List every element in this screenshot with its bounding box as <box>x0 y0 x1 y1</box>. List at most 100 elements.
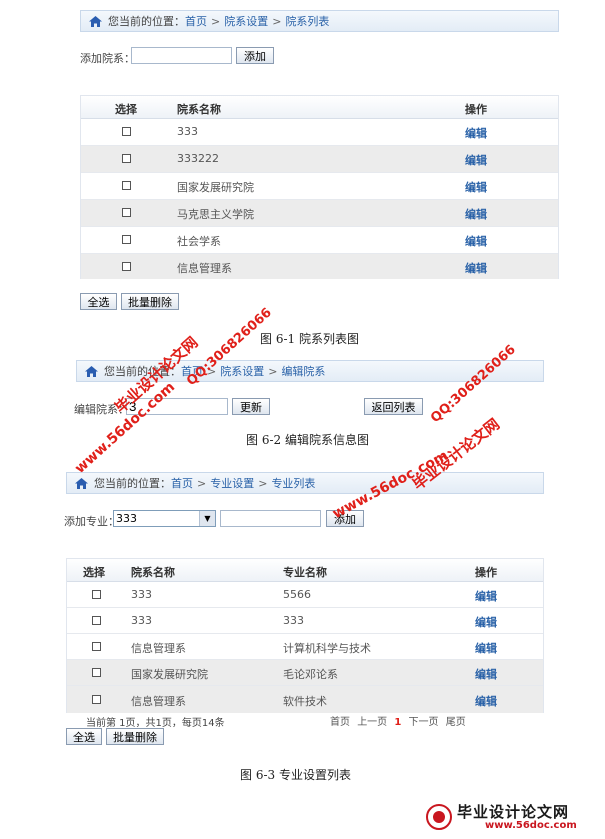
pager-prev-link[interactable]: 上一页 <box>357 717 387 728</box>
edit-link[interactable]: 编辑 <box>465 233 487 249</box>
col-name-header: 院系名称 <box>177 103 221 116</box>
pager-info: 当前第 1页，共1页，每页14条 <box>86 718 225 729</box>
dept-name-cell: 国家发展研究院 <box>131 668 208 681</box>
breadcrumb: 您当前的位置： 首页 > 专业设置 > 专业列表 <box>66 472 544 494</box>
batch-delete-button[interactable]: 批量删除 <box>106 728 164 745</box>
table-header: 选择 院系名称 操作 <box>81 96 558 119</box>
major-name-cell: 毛论邓论系 <box>283 668 338 681</box>
dept-name-cell: 信息管理系 <box>131 642 186 655</box>
breadcrumb-major-settings-link[interactable]: 专业设置 <box>210 475 254 491</box>
dept-name-cell: 马克思主义学院 <box>177 208 254 221</box>
watermark-qq: QQ:306826066 <box>428 342 519 427</box>
home-icon <box>89 15 102 27</box>
edit-link[interactable]: 编辑 <box>475 693 497 709</box>
dept-select-value: 333 <box>116 512 137 525</box>
dept-name-cell: 信息管理系 <box>131 695 186 708</box>
edit-link[interactable]: 编辑 <box>465 260 487 276</box>
pager-last-link[interactable]: 尾页 <box>446 717 466 728</box>
dept-name-cell: 333222 <box>177 152 219 165</box>
major-name-cell: 333 <box>283 614 304 627</box>
breadcrumb-separator: > <box>211 14 221 28</box>
row-checkbox[interactable] <box>122 154 131 163</box>
dept-name-cell: 信息管理系 <box>177 262 232 275</box>
col-major-header: 专业名称 <box>283 566 327 579</box>
row-checkbox[interactable] <box>122 208 131 217</box>
row-checkbox[interactable] <box>92 590 101 599</box>
breadcrumb-major-list-link[interactable]: 专业列表 <box>271 475 315 491</box>
row-checkbox[interactable] <box>122 127 131 136</box>
dept-name-cell: 333 <box>131 614 152 627</box>
table-header: 选择 院系名称 专业名称 操作 <box>67 559 543 582</box>
table-row: 马克思主义学院 编辑 <box>81 200 558 227</box>
add-dept-label: 添加院系： <box>80 52 135 65</box>
breadcrumb-separator: > <box>272 14 282 28</box>
row-checkbox[interactable] <box>122 262 131 271</box>
row-checkbox[interactable] <box>92 642 101 651</box>
breadcrumb-prefix: 您当前的位置： <box>94 477 171 490</box>
edit-link[interactable]: 编辑 <box>475 588 497 604</box>
edit-link[interactable]: 编辑 <box>465 125 487 141</box>
chevron-down-icon[interactable]: ▼ <box>199 511 215 526</box>
breadcrumb-home-link[interactable]: 首页 <box>171 475 193 491</box>
table-row: 国家发展研究院 编辑 <box>81 173 558 200</box>
dept-table: 选择 院系名称 操作 333 编辑 333222 编辑 国家发展研究院 编辑 马… <box>80 95 559 279</box>
pager-next-link[interactable]: 下一页 <box>409 717 439 728</box>
breadcrumb: 您当前的位置： 首页 > 院系设置 > 院系列表 <box>80 10 559 32</box>
pager-first-link[interactable]: 首页 <box>330 717 350 728</box>
breadcrumb-prefix: 您当前的位置： <box>108 15 185 28</box>
major-name-cell: 软件技术 <box>283 695 327 708</box>
back-to-list-button[interactable]: 返回列表 <box>364 398 423 415</box>
major-name-cell: 计算机科学与技术 <box>283 642 371 655</box>
batch-delete-button[interactable]: 批量删除 <box>121 293 179 310</box>
breadcrumb-dept-list-link[interactable]: 院系列表 <box>285 13 329 29</box>
row-checkbox[interactable] <box>92 695 101 704</box>
major-table: 选择 院系名称 专业名称 操作 333 5566 编辑 333 333 编辑 信… <box>66 558 544 713</box>
table-row: 333 5566 编辑 <box>67 582 543 608</box>
row-checkbox[interactable] <box>122 181 131 190</box>
dept-name-cell: 社会学系 <box>177 235 221 248</box>
table-row: 信息管理系 软件技术 编辑 <box>67 686 543 713</box>
breadcrumb-edit-dept-link[interactable]: 编辑院系 <box>281 363 325 379</box>
edit-link[interactable]: 编辑 <box>465 179 487 195</box>
figure-caption: 图 6-3 专业设置列表 <box>240 768 351 782</box>
edit-link[interactable]: 编辑 <box>475 640 497 656</box>
edit-link[interactable]: 编辑 <box>475 666 497 682</box>
edit-link[interactable]: 编辑 <box>475 614 497 630</box>
table-row: 信息管理系 计算机科学与技术 编辑 <box>67 634 543 660</box>
breadcrumb-separator: > <box>268 364 278 378</box>
col-select-header: 选择 <box>83 566 105 579</box>
breadcrumb-separator: > <box>258 476 268 490</box>
figure-caption: 图 6-1 院系列表图 <box>260 332 359 346</box>
add-major-label: 添加专业： <box>64 515 119 528</box>
add-dept-button[interactable]: 添加 <box>236 47 274 64</box>
pager-current-page: 1 <box>394 717 402 728</box>
add-dept-input[interactable] <box>131 47 232 64</box>
logo-emblem-icon <box>426 804 452 830</box>
logo-text: 毕业设计论文网 <box>457 803 570 821</box>
row-checkbox[interactable] <box>92 668 101 677</box>
update-button[interactable]: 更新 <box>232 398 270 415</box>
edit-link[interactable]: 编辑 <box>465 206 487 222</box>
table-row: 333222 编辑 <box>81 146 558 173</box>
major-name-cell: 5566 <box>283 588 311 601</box>
select-all-button[interactable]: 全选 <box>80 293 117 310</box>
col-op-header: 操作 <box>475 566 497 579</box>
table-row: 333 编辑 <box>81 119 558 146</box>
breadcrumb-home-link[interactable]: 首页 <box>185 13 207 29</box>
select-all-button[interactable]: 全选 <box>66 728 102 745</box>
breadcrumb-separator: > <box>197 476 207 490</box>
dept-name-cell: 333 <box>177 125 198 138</box>
table-row: 国家发展研究院 毛论邓论系 编辑 <box>67 660 543 686</box>
home-icon <box>75 477 88 489</box>
row-checkbox[interactable] <box>122 235 131 244</box>
table-row: 333 333 编辑 <box>67 608 543 634</box>
breadcrumb-dept-settings-link[interactable]: 院系设置 <box>224 13 268 29</box>
col-select-header: 选择 <box>115 103 137 116</box>
table-row: 信息管理系 编辑 <box>81 254 558 279</box>
breadcrumb-dept-settings-link[interactable]: 院系设置 <box>220 363 264 379</box>
edit-link[interactable]: 编辑 <box>465 152 487 168</box>
row-checkbox[interactable] <box>92 616 101 625</box>
figure-caption: 图 6-2 编辑院系信息图 <box>246 433 369 447</box>
add-major-input[interactable] <box>220 510 321 527</box>
dept-select[interactable]: 333 ▼ <box>113 510 216 527</box>
